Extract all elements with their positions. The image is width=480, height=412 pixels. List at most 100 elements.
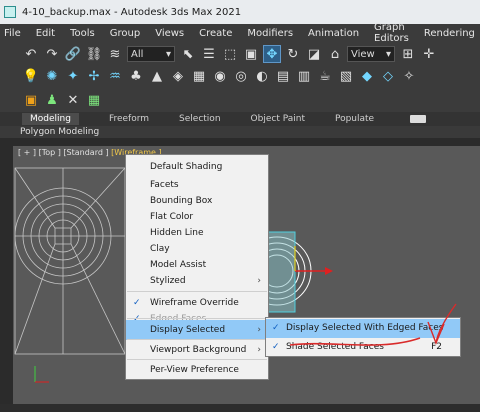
tab-freeform[interactable]: Freeform — [109, 114, 149, 124]
polygon-modeling-label: Polygon Modeling — [20, 127, 100, 137]
menu-item-label: Clay — [150, 244, 170, 254]
tab-selection[interactable]: Selection — [179, 114, 220, 124]
redo-icon[interactable]: ↷ — [43, 45, 61, 63]
spreadsheet-icon[interactable]: ▦ — [85, 91, 103, 109]
menu-item-viewport-background[interactable]: Viewport Background › — [126, 340, 268, 360]
reference-coord-value: View — [351, 48, 375, 60]
bind-to-space-warp-icon[interactable]: ≋ — [106, 45, 124, 63]
window-crossing-icon[interactable]: ▣ — [242, 45, 260, 63]
submenu-arrow-icon: › — [257, 325, 261, 335]
select-by-name-icon[interactable]: ☰ — [200, 45, 218, 63]
menu-item-label: Per-View Preference — [150, 365, 239, 375]
material-editor-icon[interactable]: ◐ — [253, 67, 271, 85]
cone-icon[interactable]: ▲ — [148, 67, 166, 85]
reference-coord-dropdown[interactable]: View ▾ — [347, 46, 395, 62]
main-toolbar: ↶ ↷ 🔗 ⛓ ≋ All ▾ ⬉ ☰ ⬚ ▣ ✥ ↻ ◪ ⌂ View ▾ ⊞… — [0, 42, 480, 66]
helper-icon[interactable]: ✢ — [85, 67, 103, 85]
secondary-toolbar: 💡 ✺ ✦ ✢ ♒ ♣ ▲ ◈ ▦ ◉ ◎ ◐ ▤ ▥ ☕ ▧ ◆ ◇ ✧ — [0, 64, 480, 88]
submenu-item-label: Display Selected With Edged Faces — [286, 323, 444, 333]
submenu-item-label: Shade Selected Faces — [286, 342, 384, 352]
menu-animation[interactable]: Animation — [308, 28, 359, 39]
menu-views[interactable]: Views — [155, 28, 184, 39]
select-and-rotate-icon[interactable]: ↻ — [284, 45, 302, 63]
menu-separator — [127, 318, 267, 319]
select-and-scale-icon[interactable]: ◪ — [305, 45, 323, 63]
move-gizmo — [294, 246, 333, 275]
tab-populate[interactable]: Populate — [335, 114, 374, 124]
viewport-layout-icon[interactable]: ▥ — [295, 67, 313, 85]
menu-tools[interactable]: Tools — [70, 28, 95, 39]
3dsmax-app-icon — [4, 6, 16, 18]
ribbon-tab-strip: Modeling Freeform Selection Object Paint… — [0, 112, 480, 126]
menu-item-label: Viewport Background — [150, 345, 247, 355]
light-icon[interactable]: 💡 — [22, 67, 40, 85]
environment-icon[interactable]: ▧ — [337, 67, 355, 85]
select-and-place-icon[interactable]: ⌂ — [326, 45, 344, 63]
menu-item-stylized[interactable]: Stylized › — [126, 271, 268, 291]
select-object-icon[interactable]: ⬉ — [179, 45, 197, 63]
target-camera-icon[interactable]: ◇ — [379, 67, 397, 85]
link-icon[interactable]: 🔗 — [64, 45, 82, 63]
sun-icon[interactable]: ✺ — [43, 67, 61, 85]
menu-item-label: Default Shading — [150, 162, 223, 172]
render-iterative-icon[interactable]: ◎ — [232, 67, 250, 85]
select-manipulate-icon[interactable]: ✛ — [420, 45, 438, 63]
tab-object-paint[interactable]: Object Paint — [251, 114, 305, 124]
submenu-item-shade-selected-faces[interactable]: ✓ Shade Selected Faces F2 — [266, 338, 460, 357]
menu-item-label: Bounding Box — [150, 196, 213, 206]
teapot-icon[interactable]: ☕ — [316, 67, 334, 85]
polygon-modeling-panel[interactable]: Polygon Modeling — [0, 126, 480, 138]
menu-item-default-shading[interactable]: Default Shading — [126, 157, 268, 177]
selection-filter-dropdown[interactable]: All ▾ — [127, 46, 175, 62]
menu-bar: File Edit Tools Group Views Create Modif… — [0, 22, 480, 44]
menu-edit[interactable]: Edit — [36, 28, 55, 39]
chevron-down-icon: ▾ — [385, 48, 391, 60]
selection-filter-value: All — [131, 48, 144, 60]
render-production-icon[interactable]: ◉ — [211, 67, 229, 85]
menu-item-label: Wireframe Override — [150, 298, 239, 308]
render-setup-icon[interactable]: ◈ — [169, 67, 187, 85]
display-selected-submenu: ✓ Display Selected With Edged Faces ✓ Sh… — [265, 317, 461, 357]
menu-item-label: Flat Color — [150, 212, 194, 222]
menu-item-per-view-preference[interactable]: Per-View Preference — [126, 360, 268, 380]
scene-explorer-icon[interactable]: ▤ — [274, 67, 292, 85]
fp-icon[interactable]: ▣ — [22, 91, 40, 109]
menu-graph-editors[interactable]: Graph Editors — [374, 22, 409, 44]
menu-item-label: Hidden Line — [150, 228, 204, 238]
biped-icon[interactable]: ♟ — [43, 91, 61, 109]
pivot-center-icon[interactable]: ⊞ — [399, 45, 417, 63]
tab-modeling[interactable]: Modeling — [22, 113, 79, 125]
particle-icon[interactable]: ✦ — [64, 67, 82, 85]
spacewarp-icon[interactable]: ♒ — [106, 67, 124, 85]
menu-rendering[interactable]: Rendering — [424, 28, 475, 39]
viewport-shading-context-menu: Default Shading Facets Bounding Box Flat… — [125, 154, 269, 380]
menu-file[interactable]: File — [4, 28, 21, 39]
menu-item-label: Model Assist — [150, 260, 207, 270]
menu-group[interactable]: Group — [110, 28, 140, 39]
rendered-frame-icon[interactable]: ▦ — [190, 67, 208, 85]
tree-icon[interactable]: ♣ — [127, 67, 145, 85]
menu-item-label: Display Selected — [150, 325, 226, 335]
checkmark-icon: ✓ — [272, 342, 280, 352]
menu-create[interactable]: Create — [199, 28, 232, 39]
submenu-item-display-selected-edged-faces[interactable]: ✓ Display Selected With Edged Faces — [266, 319, 460, 338]
ribbon-options-icon[interactable] — [410, 115, 427, 123]
tools-icon[interactable]: ✕ — [64, 91, 82, 109]
submenu-arrow-icon: › — [257, 345, 261, 355]
select-and-move-icon[interactable]: ✥ — [263, 45, 281, 63]
menu-item-label: Facets — [150, 180, 179, 190]
camera-icon[interactable]: ◆ — [358, 67, 376, 85]
unlink-icon[interactable]: ⛓ — [85, 45, 103, 63]
window-title: 4-10_backup.max - Autodesk 3ds Max 2021 — [22, 6, 242, 18]
undo-icon[interactable]: ↶ — [22, 45, 40, 63]
menu-item-display-selected[interactable]: Display Selected › — [126, 320, 268, 340]
shortcut-label: F2 — [431, 342, 442, 352]
selection-region-icon[interactable]: ⬚ — [221, 45, 239, 63]
status-strip — [0, 404, 480, 412]
wireframe-object-left — [14, 167, 126, 355]
menu-separator — [127, 291, 267, 292]
submenu-arrow-icon: › — [257, 276, 261, 286]
viewport-label-prefix[interactable]: [ + ] [Top ] [Standard ] — [18, 148, 111, 157]
menu-modifiers[interactable]: Modifiers — [247, 28, 293, 39]
omni-light-icon[interactable]: ✧ — [400, 67, 418, 85]
